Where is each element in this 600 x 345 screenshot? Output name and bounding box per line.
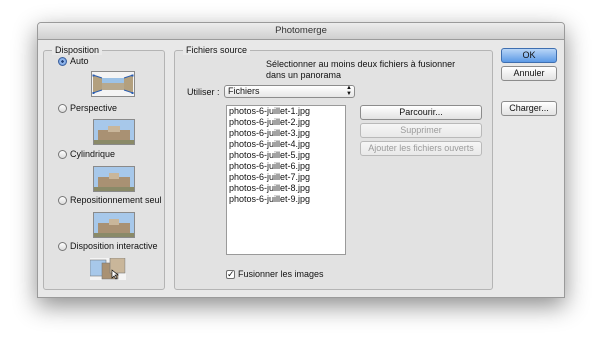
file-list-items: photos-6-juillet-1.jpg photos-6-juillet-2… [227,106,345,205]
radio-cylindrical-indicator[interactable] [58,149,67,159]
radio-cylindrical-label: Cylindrique [70,149,116,159]
radio-interactive[interactable]: Disposition interactive [58,241,158,251]
file-list-item[interactable]: photos-6-juillet-9.jpg [227,194,345,205]
blend-images-checkbox[interactable]: ✓ [226,268,235,279]
file-list-item[interactable]: photos-6-juillet-1.jpg [227,106,345,117]
radio-perspective-label: Perspective [70,103,118,113]
cylindrical-layout-icon [93,166,135,192]
instruction-line-1: Sélectionner au moins deux fichiers à fu… [266,59,456,69]
browse-button[interactable]: Parcourir... [360,105,482,120]
load-button[interactable]: Charger... [501,101,557,116]
source-files-title: Fichiers source [183,45,251,55]
use-label: Utiliser : [187,87,220,97]
radio-interactive-label: Disposition interactive [70,241,158,251]
file-list-item[interactable]: photos-6-juillet-7.jpg [227,172,345,183]
reposition-layout-icon [93,212,135,238]
interactive-layout-icon [90,258,126,280]
file-list-item[interactable]: photos-6-juillet-2.jpg [227,117,345,128]
use-select-value: Fichiers [228,86,260,96]
disposition-title: Disposition [52,45,103,55]
blend-images-checkbox-row[interactable]: ✓ Fusionner les images [226,269,324,279]
perspective-layout-icon [93,119,135,145]
remove-button[interactable]: Supprimer [360,123,482,138]
radio-auto-indicator[interactable] [58,56,67,66]
radio-cylindrical[interactable]: Cylindrique [58,149,115,159]
radio-perspective[interactable]: Perspective [58,103,117,113]
checkmark-icon: ✓ [227,268,235,279]
blend-images-label: Fusionner les images [238,269,324,279]
file-list[interactable]: photos-6-juillet-1.jpg photos-6-juillet-2… [226,105,346,255]
radio-auto-label: Auto [70,56,89,66]
cancel-button[interactable]: Annuler [501,66,557,81]
radio-reposition-label: Repositionnement seul [70,195,162,205]
radio-reposition[interactable]: Repositionnement seul [58,195,162,205]
ok-button[interactable]: OK [501,48,557,63]
file-list-item[interactable]: photos-6-juillet-6.jpg [227,161,345,172]
file-list-item[interactable]: photos-6-juillet-5.jpg [227,150,345,161]
radio-interactive-indicator[interactable] [58,241,67,251]
radio-reposition-indicator[interactable] [58,195,67,205]
file-list-item[interactable]: photos-6-juillet-3.jpg [227,128,345,139]
instruction-line-2: dans un panorama [266,70,342,80]
file-list-item[interactable]: photos-6-juillet-4.jpg [227,139,345,150]
select-arrows-icon: ▲ ▼ [346,85,352,97]
radio-perspective-indicator[interactable] [58,103,67,113]
radio-auto[interactable]: Auto [58,56,89,66]
window-title: Photomerge [38,23,564,40]
add-open-files-button[interactable]: Ajouter les fichiers ouverts [360,141,482,156]
file-list-item[interactable]: photos-6-juillet-8.jpg [227,183,345,194]
photomerge-dialog: Photomerge Disposition Auto Perspective [37,22,565,298]
use-select[interactable]: Fichiers ▲ ▼ [224,85,355,98]
auto-layout-icon [91,71,135,97]
